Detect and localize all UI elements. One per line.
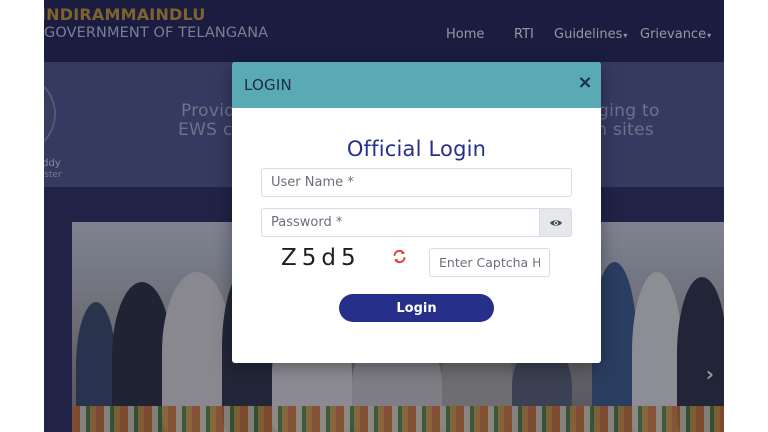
captcha-image: Z5d5 [281, 245, 361, 271]
refresh-captcha-button[interactable] [391, 248, 408, 265]
captcha-input[interactable] [429, 248, 550, 277]
close-icon[interactable]: × [576, 72, 594, 94]
modal-title: LOGIN [244, 76, 292, 94]
login-button[interactable]: Login [339, 294, 494, 322]
username-input[interactable] [261, 168, 572, 197]
modal-header: LOGIN × [232, 62, 601, 108]
toggle-password-button[interactable] [539, 208, 572, 237]
password-input[interactable] [261, 208, 541, 237]
refresh-icon [393, 249, 406, 264]
login-heading: Official Login [346, 137, 487, 161]
login-modal: LOGIN × Official Login Z5d5 Login [232, 62, 601, 363]
eye-icon [549, 219, 562, 226]
